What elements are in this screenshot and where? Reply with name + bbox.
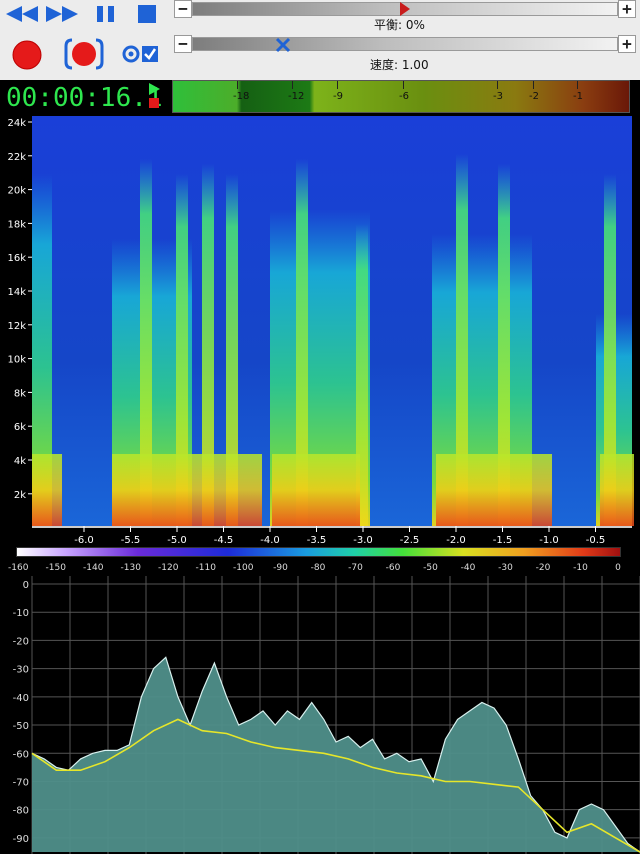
spectrum-y-tick: -50 [13, 721, 29, 732]
monitor-toggle-icon[interactable] [122, 44, 160, 64]
time-tick: -4.0 [260, 535, 280, 546]
color-scale-tick: -50 [423, 563, 438, 573]
frequency-tick: 6k [14, 422, 26, 433]
color-scale-bar [16, 547, 621, 557]
spectrum-y-tick: -90 [13, 834, 29, 845]
time-tick: -0.5 [586, 535, 606, 546]
time-tick: -2.5 [400, 535, 420, 546]
stop-icon[interactable] [136, 4, 158, 24]
time-tick: -5.0 [167, 535, 187, 546]
time-axis-line [32, 526, 632, 528]
control-panel: − + 平衡: 0% − + 速度: 1.00 [0, 0, 640, 80]
color-scale-tick: -30 [498, 563, 513, 573]
spectrum-y-tick: -30 [13, 665, 29, 676]
level-meter-tick: -3 [493, 91, 503, 102]
level-meter-tick-mark [497, 81, 498, 89]
color-scale-tick: -20 [535, 563, 551, 573]
level-meter-tick: -18 [233, 91, 250, 102]
speed-plus-button[interactable]: + [618, 35, 636, 53]
color-scale-tick: 0 [615, 563, 621, 573]
level-meter-tick-mark [577, 81, 578, 89]
level-meter: -18 -12 -9 -6 -3 -2 -1 [172, 80, 630, 113]
color-scale-tick: -160 [8, 563, 29, 573]
spectrum-y-tick: -40 [13, 693, 29, 704]
frequency-tick: 8k [14, 388, 26, 399]
play-state-icon [149, 83, 160, 108]
spectrum-y-tick: -60 [13, 749, 29, 760]
color-scale-tick: -130 [120, 563, 141, 573]
color-scale-tick: -80 [310, 563, 326, 573]
frequency-tick: 16k [7, 253, 26, 264]
level-meter-tick: -2 [529, 91, 539, 102]
frequency-tick: 10k [7, 355, 26, 366]
time-tick: -4.5 [214, 535, 234, 546]
balance-plus-button[interactable]: + [618, 0, 636, 18]
color-scale-tick: -40 [460, 563, 476, 573]
spectrum-y-tick: 0 [23, 580, 29, 591]
time-axis: -6.0 -5.5 -5.0 -4.5 -4.0 -3.5 -3.0 -2.5 -2.0 -1.5… [32, 526, 632, 546]
spectrum-y-tick: -10 [13, 608, 29, 619]
spectrum-y-tick: -80 [13, 806, 29, 817]
spectrogram-low-band [112, 454, 262, 526]
time-display: 00:00:16.1 [2, 80, 168, 113]
color-scale-tick: -110 [195, 563, 216, 573]
level-meter-tick: -9 [333, 91, 343, 102]
spectrogram-low-band [600, 454, 634, 526]
level-meter-tick: -1 [573, 91, 583, 102]
color-scale-tick: -10 [573, 563, 588, 573]
time-tick: -3.0 [353, 535, 373, 546]
frequency-tick: 2k [14, 490, 26, 501]
frequency-tick: 14k [7, 287, 26, 298]
rewind-icon[interactable] [4, 4, 42, 24]
time-tick: -2.0 [446, 535, 466, 546]
frequency-tick: 24k [7, 118, 26, 129]
frequency-tick: 12k [7, 321, 26, 332]
color-scale-tick: -150 [45, 563, 66, 573]
record-icon[interactable] [10, 38, 44, 72]
color-scale-tick: -90 [273, 563, 288, 573]
color-scale-tick: -120 [158, 563, 179, 573]
balance-label: 平衡: 0% [374, 18, 425, 32]
speed-track[interactable] [192, 37, 618, 51]
time-value: 00:00:16.1 [6, 83, 163, 113]
frequency-tick: 4k [14, 456, 26, 467]
time-tick: -1.0 [539, 535, 559, 546]
speed-label: 速度: 1.00 [370, 58, 429, 72]
spectrogram-low-band [436, 454, 552, 526]
frequency-tick: 20k [7, 186, 26, 197]
speed-slider[interactable]: − + [172, 35, 640, 57]
color-scale-tick: -70 [348, 563, 363, 573]
spectrogram-low-band [272, 454, 360, 526]
spectrogram-low-band [32, 454, 62, 526]
balance-minus-button[interactable]: − [174, 0, 192, 18]
frequency-tick: 18k [7, 219, 26, 230]
time-tick: -6.0 [74, 535, 94, 546]
color-scale-tick: -100 [233, 563, 254, 573]
color-scale-tick: -140 [83, 563, 104, 573]
time-tick: -5.5 [121, 535, 141, 546]
spectrogram-panel: 24k 22k 20k 18k 16k 14k 12k 10k 8k 6k 4k 2k -6.0 -5.… [0, 114, 640, 576]
frequency-tick: 22k [7, 152, 26, 163]
spectrum-y-tick: -20 [13, 636, 29, 647]
pause-icon[interactable] [94, 4, 118, 24]
level-meter-tick-mark [337, 81, 338, 89]
frequency-axis: 24k 22k 20k 18k 16k 14k 12k 10k 8k 6k 4k 2k [7, 118, 32, 501]
level-meter-tick-mark [403, 81, 404, 89]
speed-minus-button[interactable]: − [174, 35, 192, 53]
loop-record-icon[interactable] [64, 36, 104, 72]
time-tick: -1.5 [493, 535, 513, 546]
fast-forward-icon[interactable] [44, 4, 82, 24]
level-meter-tick-mark [292, 81, 293, 89]
level-meter-tick: -6 [399, 91, 409, 102]
color-scale-tick: -60 [385, 563, 401, 573]
spectrum-y-tick: -70 [13, 777, 29, 788]
speed-thumb-icon[interactable] [274, 36, 292, 54]
time-tick: -3.5 [307, 535, 327, 546]
spectrum-chart: 0 -10 -20 -30 -40 -50 -60 -70 -80 -90 [13, 576, 640, 854]
level-meter-tick-mark [533, 81, 534, 89]
level-meter-tick: -12 [288, 91, 305, 102]
level-meter-tick-mark [237, 81, 238, 89]
spectrogram: 24k 22k 20k 18k 16k 14k 12k 10k 8k 6k 4k 2k -6.0 -5.… [7, 116, 634, 546]
